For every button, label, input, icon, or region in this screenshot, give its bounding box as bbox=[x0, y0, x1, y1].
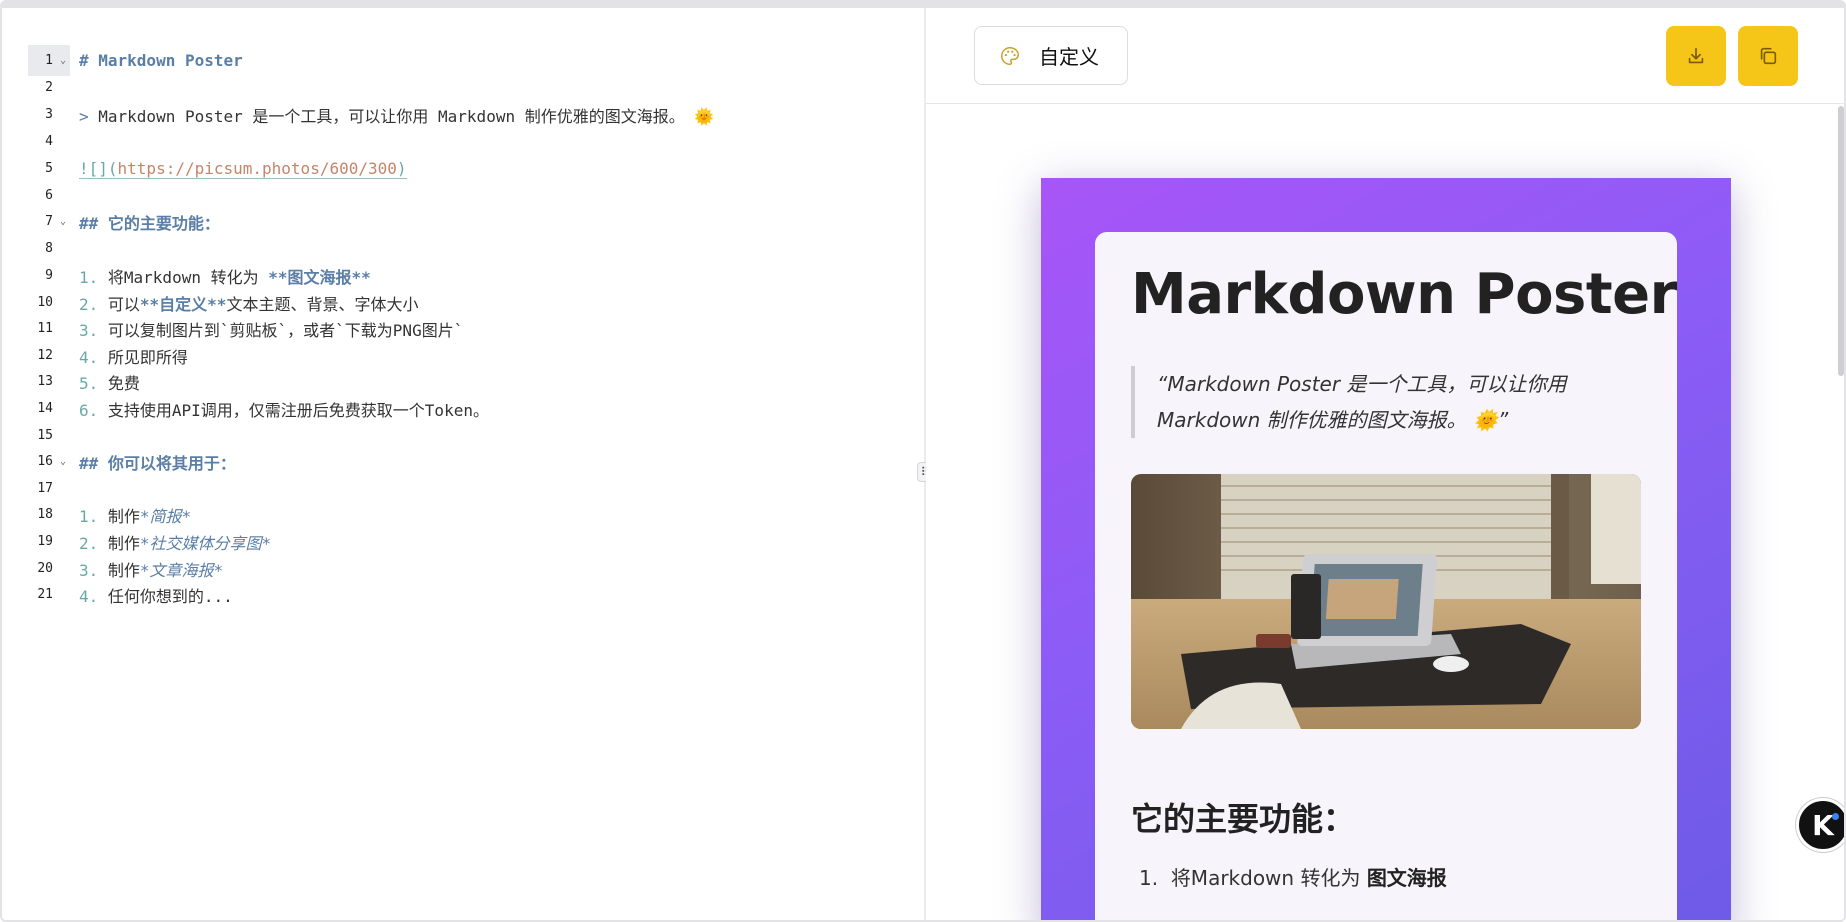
poster-canvas: Markdown Poster “Markdown Poster 是一个工具，可… bbox=[1041, 178, 1731, 920]
code-heading: ## 你可以将其用于： bbox=[79, 453, 236, 473]
app-window: 1 ⌄ # Markdown Poster 2 3 > Markdown Post… bbox=[0, 0, 1846, 922]
poster-list-text: 将Markdown 转化为 bbox=[1170, 866, 1367, 890]
code-text: 可以 bbox=[98, 294, 140, 314]
image-link-close: ) bbox=[396, 159, 407, 179]
list-number: 5. bbox=[79, 373, 99, 393]
code-text: 制作 bbox=[98, 506, 140, 526]
download-button[interactable] bbox=[1666, 26, 1726, 86]
poster-section-title: 它的主要功能： bbox=[1131, 800, 1356, 838]
code-emphasis: *简报* bbox=[139, 506, 192, 526]
image-link-open: ![]( bbox=[79, 159, 118, 179]
list-number: 4. bbox=[79, 586, 99, 606]
poster-image bbox=[1131, 474, 1641, 729]
desk-laptop-photo bbox=[1131, 474, 1641, 729]
code-emphasis: *社交媒体分享图* bbox=[139, 533, 272, 553]
copy-icon bbox=[1760, 47, 1777, 65]
code-text: 免费 bbox=[98, 373, 140, 393]
poster-list-item: 1. 将Markdown 转化为 图文海报 bbox=[1139, 862, 1447, 891]
palette-icon bbox=[1001, 46, 1019, 65]
poster-quote: “Markdown Poster 是一个工具，可以让你用 Markdown 制作… bbox=[1131, 366, 1631, 438]
code-heading: # Markdown Poster bbox=[79, 51, 243, 70]
poster-list-bold: 图文海报 bbox=[1366, 866, 1447, 890]
notification-dot bbox=[1832, 813, 1839, 820]
fold-chevron-icon[interactable]: ⌄ bbox=[60, 216, 66, 227]
customize-label: 自定义 bbox=[1039, 45, 1099, 69]
sun-emoji: 🌞 bbox=[694, 106, 715, 126]
poster-title: Markdown Poster bbox=[1131, 262, 1677, 327]
code-text: 支持使用API调用，仅需注册后免费获取一个Token。 bbox=[98, 400, 489, 420]
download-icon bbox=[1688, 47, 1704, 64]
poster-preview-pane: 自定义 Markdown Poster “Markdown Poster 是一个… bbox=[926, 8, 1844, 920]
code-text: Markdown Poster 是一个工具，可以让你用 Markdown 制作优… bbox=[98, 106, 695, 126]
list-number: 3. bbox=[79, 560, 99, 580]
fold-chevron-icon[interactable]: ⌄ bbox=[60, 55, 66, 66]
editor-line[interactable]: 21 4. 任何你想到的... bbox=[2, 579, 922, 610]
image-url[interactable]: https://picsum.photos/600/300 bbox=[117, 159, 397, 179]
poster-card: Markdown Poster “Markdown Poster 是一个工具，可… bbox=[1095, 232, 1677, 920]
code-text: 制作 bbox=[98, 560, 140, 580]
code-text: 可以复制图片到`剪贴板`，或者`下载为PNG图片` bbox=[98, 320, 464, 340]
list-number: 6. bbox=[79, 400, 99, 420]
k-badge-label: K bbox=[1812, 808, 1834, 842]
preview-scroll-thumb[interactable] bbox=[1838, 106, 1844, 376]
code-text: 将Markdown 转化为 bbox=[98, 267, 269, 287]
list-number: 4. bbox=[79, 347, 99, 367]
copy-button[interactable] bbox=[1738, 26, 1798, 86]
quote-marker: > bbox=[79, 106, 99, 126]
markdown-editor[interactable]: 1 ⌄ # Markdown Poster 2 3 > Markdown Post… bbox=[2, 8, 924, 920]
list-number: 2. bbox=[79, 294, 99, 314]
list-number: 1. bbox=[79, 267, 99, 287]
code-heading: ## 它的主要功能： bbox=[79, 213, 220, 233]
poster-list-number: 1. bbox=[1139, 866, 1159, 890]
code-emphasis: *文章海报* bbox=[139, 560, 224, 580]
list-number: 1. bbox=[79, 506, 99, 526]
customize-button[interactable]: 自定义 bbox=[974, 26, 1128, 85]
code-strong: **自定义** bbox=[139, 294, 227, 314]
code-text: 文本主题、背景、字体大小 bbox=[226, 294, 419, 314]
code-strong: **图文海报** bbox=[268, 267, 371, 287]
list-number: 3. bbox=[79, 320, 99, 340]
fold-chevron-icon[interactable]: ⌄ bbox=[60, 456, 66, 467]
code-text: 所见即所得 bbox=[98, 347, 188, 367]
list-number: 2. bbox=[79, 533, 99, 553]
preview-toolbar: 自定义 bbox=[926, 8, 1844, 104]
code-text: 制作 bbox=[98, 533, 140, 553]
floating-k-button[interactable]: K bbox=[1796, 798, 1844, 852]
code-text: 任何你想到的... bbox=[98, 586, 233, 606]
line-number: 21 bbox=[37, 587, 53, 602]
